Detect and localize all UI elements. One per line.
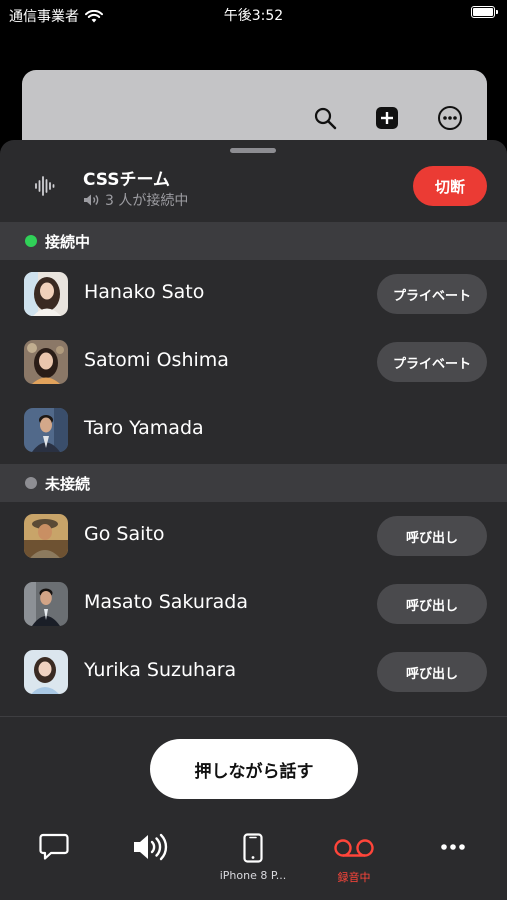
section-disconnected-label: 未接続 xyxy=(45,474,91,493)
member-row-yurika-suzuhara[interactable]: Yurika Suzuhara 呼び出し xyxy=(0,638,507,706)
member-name: Yurika Suzuhara xyxy=(84,659,237,681)
member-name: Masato Sakurada xyxy=(84,591,249,613)
section-connected-label: 接続中 xyxy=(45,232,91,251)
connected-dot-icon xyxy=(25,235,37,247)
chat-bubble-icon xyxy=(39,833,69,860)
avatar xyxy=(24,340,68,384)
device-tab[interactable]: iPhone 8 P... xyxy=(208,833,298,893)
call-sheet: CSSチーム 3 人が接続中 切断 接続中 Hanako Sato プライベート… xyxy=(0,140,507,900)
clock: 午後3:52 xyxy=(223,8,284,24)
member-row-masato-sakurada[interactable]: Masato Sakurada 呼び出し xyxy=(0,570,507,638)
iphone-icon xyxy=(243,833,263,863)
private-button[interactable]: プライベート xyxy=(377,342,487,382)
call-button[interactable]: 呼び出し xyxy=(377,652,487,692)
speaker-tab[interactable] xyxy=(107,833,197,893)
avatar xyxy=(24,582,68,626)
avatar xyxy=(24,514,68,558)
more-options-icon[interactable] xyxy=(436,104,464,132)
status-bar: 通信事業者 午後3:52 xyxy=(0,0,507,30)
add-icon[interactable] xyxy=(373,104,401,132)
call-button[interactable]: 呼び出し xyxy=(377,516,487,556)
recording-label: 録音中 xyxy=(337,871,371,884)
device-label: iPhone 8 P... xyxy=(219,869,287,882)
more-tab[interactable] xyxy=(408,833,498,893)
audio-wave-icon xyxy=(35,176,55,196)
connection-status: 3 人が接続中 xyxy=(83,190,188,210)
member-row-satomi-oshima[interactable]: Satomi Oshima プライベート xyxy=(0,328,507,396)
speaker-icon xyxy=(134,833,168,861)
private-button[interactable]: プライベート xyxy=(377,274,487,314)
speaker-small-icon xyxy=(84,194,99,206)
member-name: Taro Yamada xyxy=(84,417,204,439)
voicemail-icon xyxy=(334,839,374,857)
push-to-talk-button[interactable]: 押しながら話す xyxy=(150,739,358,799)
call-header: CSSチーム 3 人が接続中 切断 xyxy=(0,158,507,222)
call-button[interactable]: 呼び出し xyxy=(377,584,487,624)
avatar xyxy=(24,408,68,452)
disconnected-dot-icon xyxy=(25,477,37,489)
member-name: Satomi Oshima xyxy=(84,349,229,371)
battery-icon xyxy=(471,6,498,18)
member-row-hanako-sato[interactable]: Hanako Sato プライベート xyxy=(0,260,507,328)
divider xyxy=(0,716,507,717)
member-name: Go Saito xyxy=(84,523,165,545)
team-name: CSSチーム xyxy=(83,170,171,190)
recording-tab[interactable]: 録音中 xyxy=(309,833,399,893)
section-disconnected: 未接続 xyxy=(0,464,507,502)
sheet-grabber[interactable] xyxy=(230,148,276,153)
member-name: Hanako Sato xyxy=(84,281,205,303)
connection-status-text: 3 人が接続中 xyxy=(105,193,189,209)
avatar xyxy=(24,272,68,316)
chat-tab[interactable] xyxy=(9,833,99,893)
avatar xyxy=(24,650,68,694)
more-icon xyxy=(441,844,465,850)
member-row-taro-yamada[interactable]: Taro Yamada xyxy=(0,396,507,464)
search-icon[interactable] xyxy=(311,104,339,132)
section-connected: 接続中 xyxy=(0,222,507,260)
member-row-go-saito[interactable]: Go Saito 呼び出し xyxy=(0,502,507,570)
hangup-button[interactable]: 切断 xyxy=(413,166,487,206)
